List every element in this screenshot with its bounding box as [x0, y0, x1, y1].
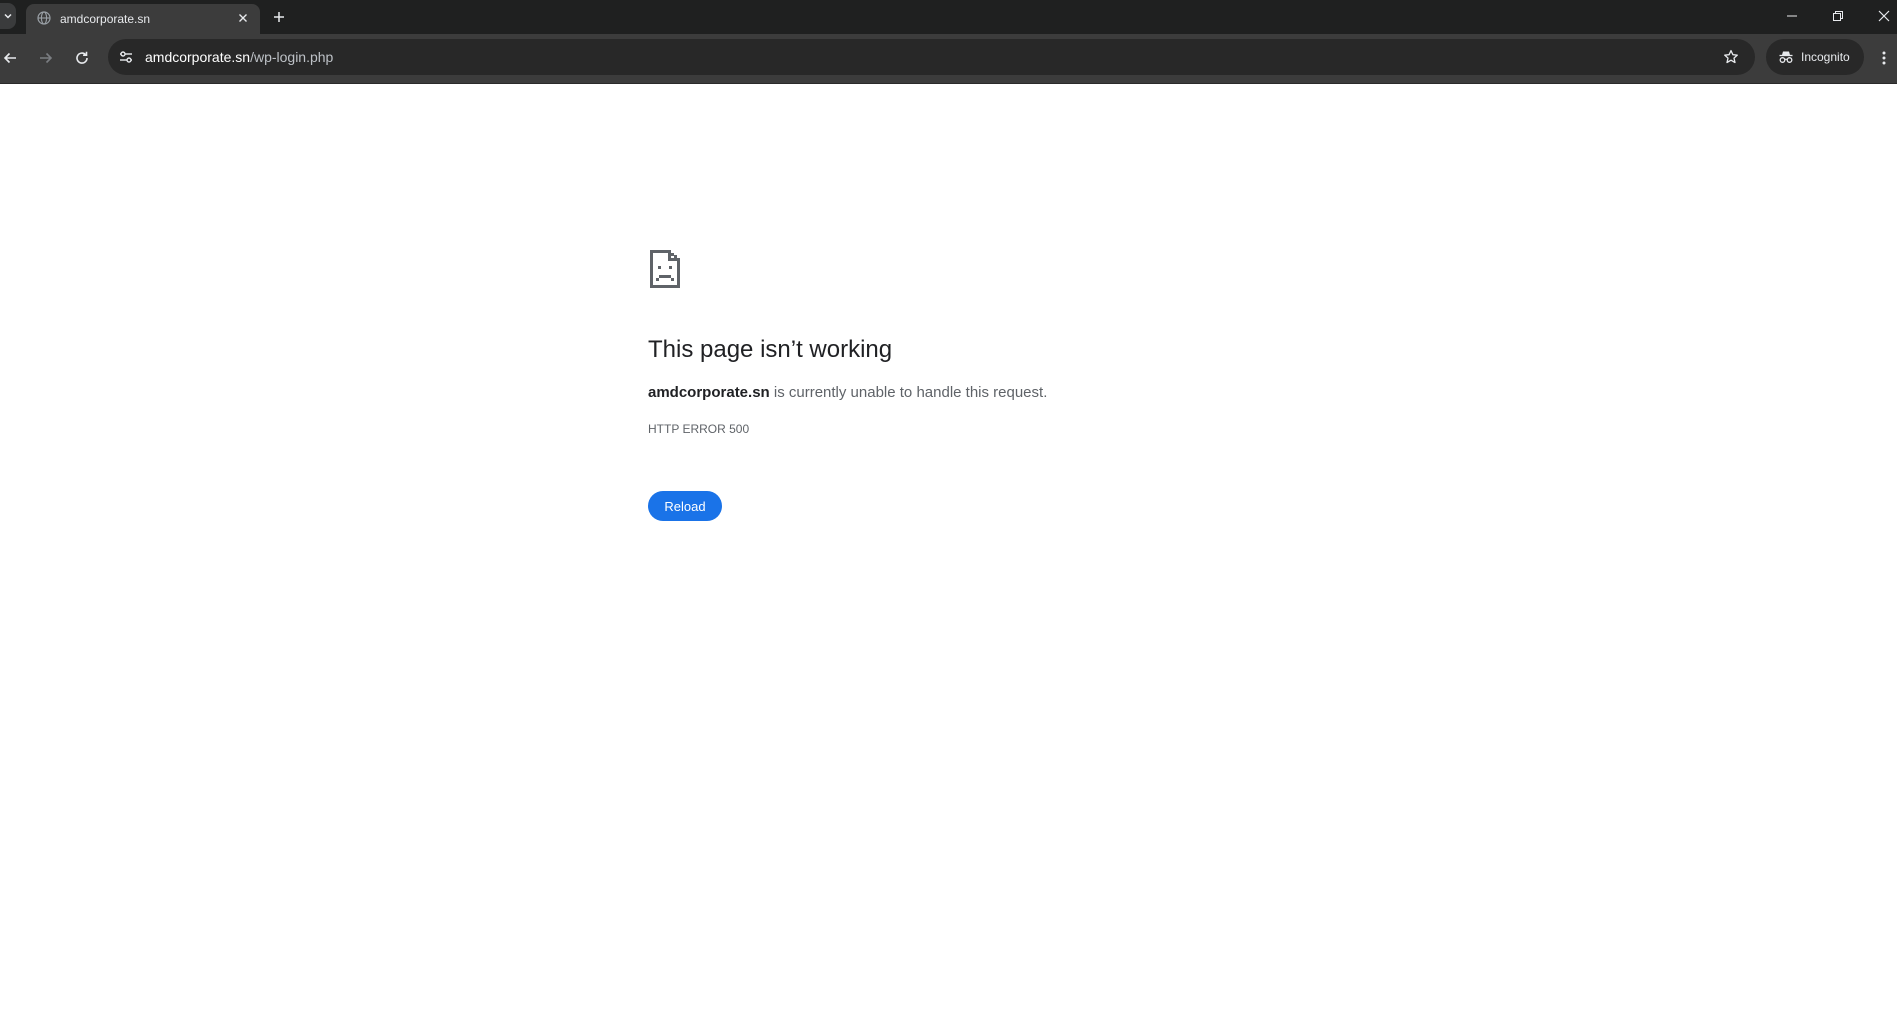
tab-strip: amdcorporate.sn [0, 0, 1897, 34]
url-text[interactable]: amdcorporate.sn/wp-login.php [145, 49, 333, 65]
tab-close-button[interactable] [235, 10, 251, 26]
page-content: This page isn’t working amdcorporate.sn … [0, 84, 1897, 1036]
chevron-down-icon [4, 13, 12, 19]
more-vert-icon [1882, 51, 1886, 65]
restore-button[interactable] [1828, 6, 1848, 26]
plus-icon [274, 12, 284, 22]
browser-window: amdcorporate.sn amdcorporate.sn/wp-login… [0, 0, 1897, 1036]
page-title: This page isn’t working [648, 336, 893, 363]
restore-icon [1833, 11, 1843, 21]
globe-icon [37, 11, 51, 25]
toolbar: amdcorporate.sn/wp-login.php Incognito [0, 34, 1897, 84]
url-path: /wp-login.php [250, 49, 334, 65]
reload-page-button[interactable] [72, 48, 92, 68]
url-domain: amdcorporate.sn [145, 49, 251, 65]
site-info-button[interactable] [117, 48, 135, 66]
minimize-icon [1787, 15, 1797, 17]
incognito-label: Incognito [1801, 50, 1850, 64]
active-tab[interactable]: amdcorporate.sn [26, 4, 260, 34]
forward-button[interactable] [36, 48, 56, 68]
window-close-button[interactable] [1874, 6, 1894, 26]
new-tab-button[interactable] [270, 8, 288, 26]
minimize-button[interactable] [1782, 6, 1802, 26]
star-icon [1724, 49, 1738, 64]
incognito-indicator[interactable]: Incognito [1766, 39, 1864, 75]
error-description: amdcorporate.sn is currently unable to h… [648, 384, 1047, 401]
arrow-left-icon [3, 52, 16, 64]
browser-menu-button[interactable] [1876, 48, 1892, 68]
address-bar[interactable]: amdcorporate.sn/wp-login.php [108, 39, 1755, 75]
reload-icon [76, 51, 88, 64]
sad-document-icon [650, 250, 680, 288]
incognito-icon [1779, 51, 1793, 63]
bookmark-button[interactable] [1722, 48, 1740, 66]
tab-search-button[interactable] [0, 3, 16, 29]
reload-button[interactable]: Reload [648, 491, 722, 521]
close-icon [239, 14, 247, 22]
error-code: HTTP ERROR 500 [648, 422, 750, 436]
error-message: is currently unable to handle this reque… [769, 384, 1048, 401]
error-host: amdcorporate.sn [648, 384, 770, 401]
back-button[interactable] [0, 48, 20, 68]
tune-icon [120, 51, 132, 63]
close-icon [1878, 10, 1890, 22]
arrow-right-icon [40, 52, 53, 64]
tab-title: amdcorporate.sn [60, 12, 151, 26]
